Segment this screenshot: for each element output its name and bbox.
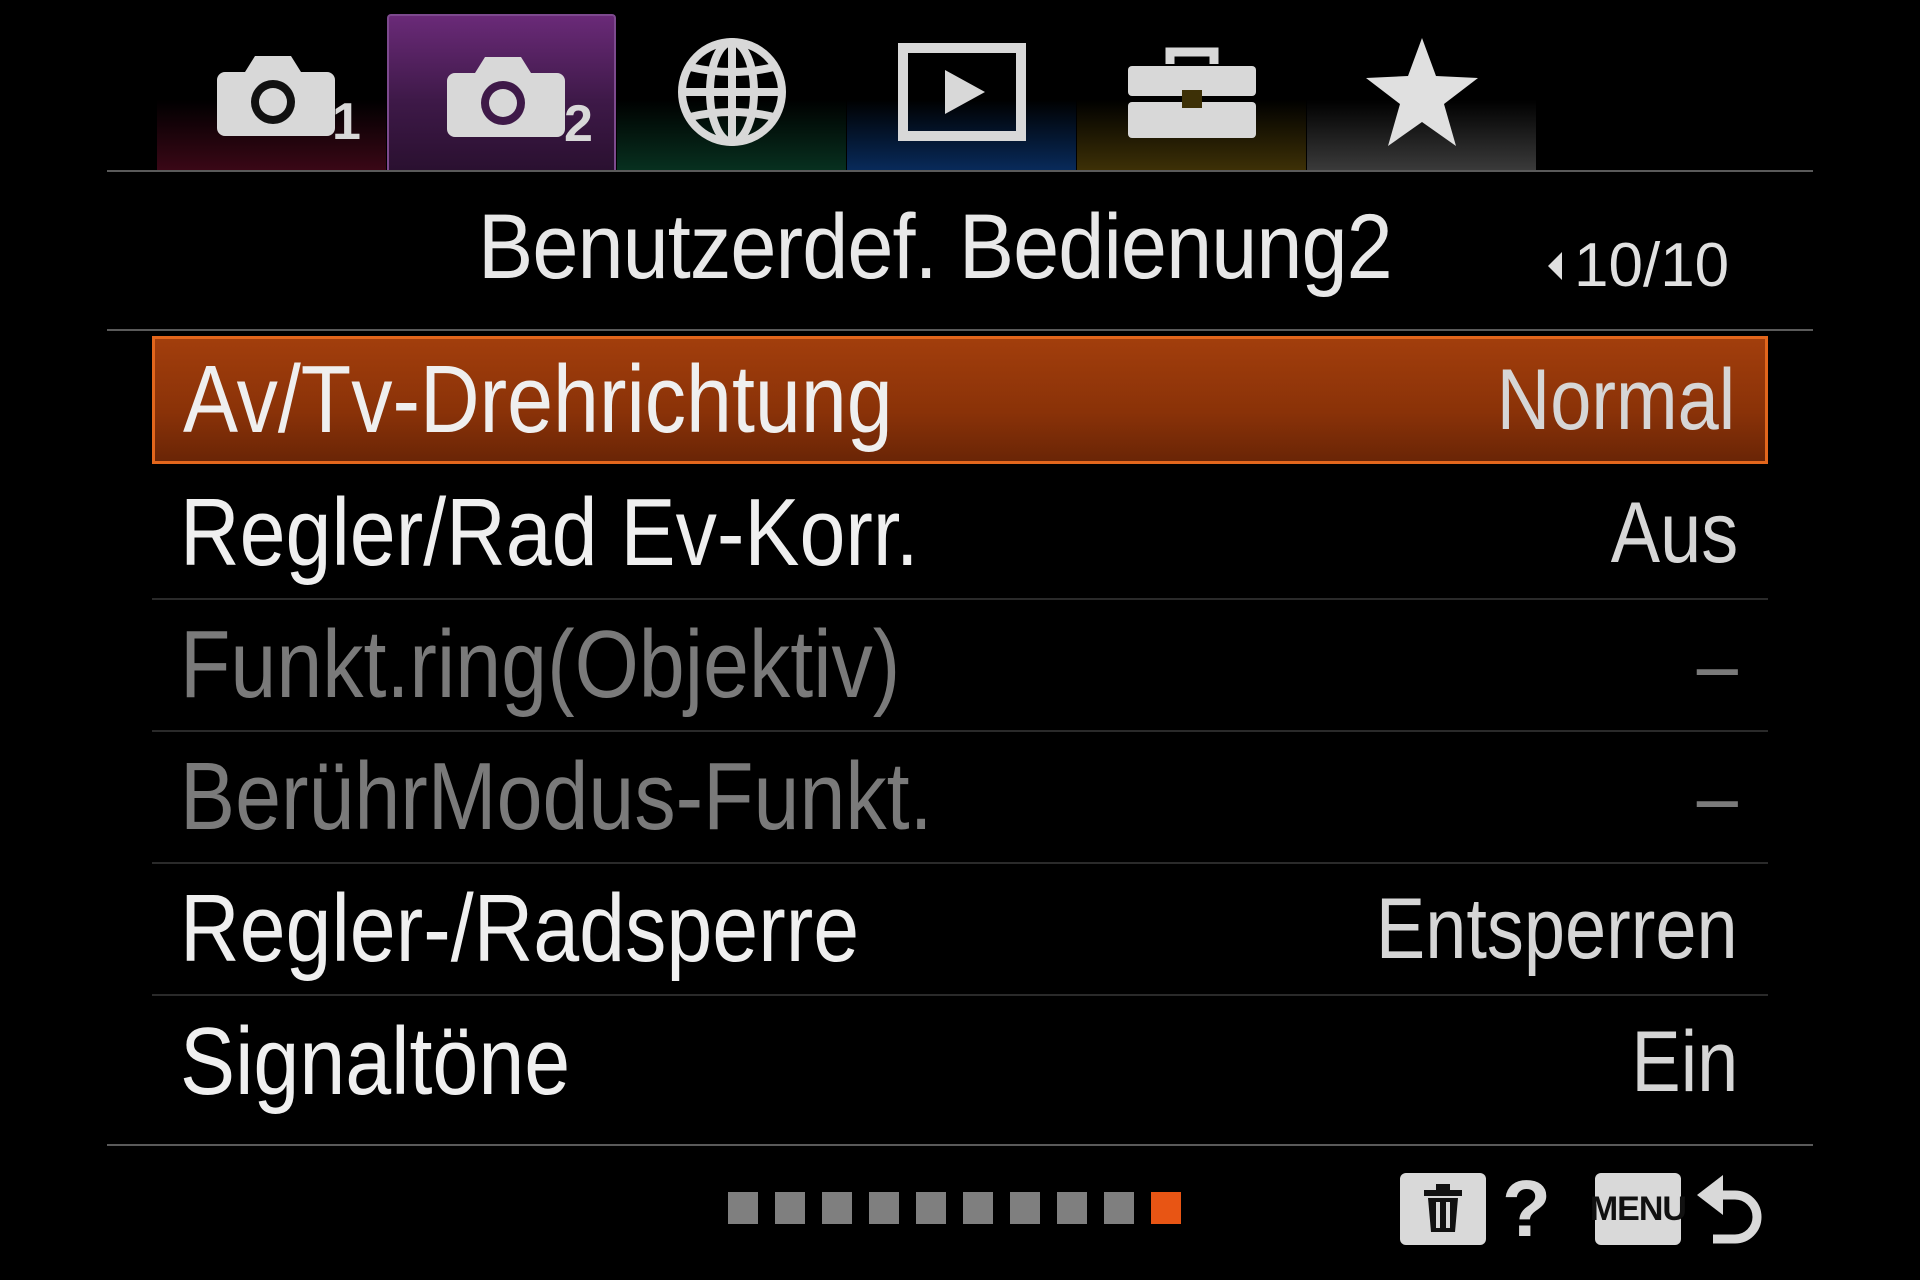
- page-dot: [728, 1192, 758, 1224]
- menu-item-label: BerührModus-Funkt.: [180, 743, 933, 850]
- menu-item-value: –: [1696, 616, 1738, 713]
- tab-setup[interactable]: [1077, 14, 1306, 170]
- camera-icon: [216, 56, 335, 136]
- page-dot: [1010, 1192, 1040, 1224]
- divider: [107, 1144, 1813, 1146]
- menu-tab-bar: 1 2: [157, 14, 1537, 170]
- menu-item-signaltoene[interactable]: Signaltöne Ein: [152, 996, 1768, 1128]
- menu-item-av-tv-drehrichtung[interactable]: Av/Tv-Drehrichtung Normal: [152, 336, 1768, 464]
- menu-item-label: Av/Tv-Drehrichtung: [183, 346, 893, 453]
- menu-item-regler-rad-ev-korr[interactable]: Regler/Rad Ev-Korr. Aus: [152, 468, 1768, 600]
- menu-item-label: Signaltöne: [180, 1008, 571, 1115]
- page-number: 10/10: [1574, 231, 1730, 300]
- page-dot: [869, 1192, 899, 1224]
- menu-list: Av/Tv-Drehrichtung Normal Regler/Rad Ev-…: [152, 336, 1768, 1128]
- tab-camera-settings-1[interactable]: 1: [157, 14, 386, 170]
- menu-item-label: Funkt.ring(Objektiv): [180, 611, 901, 718]
- trash-icon[interactable]: [1400, 1173, 1486, 1245]
- menu-item-value: Normal: [1496, 351, 1735, 448]
- page-dot: [1057, 1192, 1087, 1224]
- toolbox-icon: [1127, 47, 1256, 138]
- tab-number: 2: [564, 95, 593, 153]
- menu-item-beruehrmodus-funkt: BerührModus-Funkt. –: [152, 732, 1768, 864]
- tab-my-menu[interactable]: [1307, 14, 1536, 170]
- tab-network[interactable]: [617, 14, 846, 170]
- play-icon: [897, 43, 1026, 141]
- menu-item-value: Aus: [1610, 484, 1738, 581]
- tab-playback[interactable]: [847, 14, 1076, 170]
- globe-icon: [677, 38, 786, 146]
- page-dot: [822, 1192, 852, 1224]
- footer-controls: ? MENU: [1400, 1164, 1765, 1254]
- page-dot: [963, 1192, 993, 1224]
- back-icon[interactable]: [1695, 1169, 1765, 1249]
- menu-item-label: Regler-/Radsperre: [180, 875, 860, 982]
- menu-item-label: Regler/Rad Ev-Korr.: [180, 479, 919, 586]
- divider: [107, 329, 1813, 331]
- page-dot: [1104, 1192, 1134, 1224]
- tab-camera-settings-2[interactable]: 2: [387, 14, 616, 170]
- star-icon: [1365, 38, 1478, 146]
- help-icon[interactable]: ?: [1502, 1163, 1551, 1255]
- tab-number: 1: [332, 93, 361, 151]
- page-position-indicator: [728, 1192, 1198, 1224]
- menu-item-funkt-ring-objektiv: Funkt.ring(Objektiv) –: [152, 600, 1768, 732]
- menu-item-value: Entsperren: [1376, 880, 1738, 977]
- page-title: Benutzerdef. Bedienung2: [478, 196, 1393, 298]
- trash-can-icon: [1424, 1184, 1462, 1232]
- menu-item-value: –: [1696, 748, 1738, 845]
- camera-menu-screen: 1 2 Benutzerdef. Bedienung2 10/10 Av/Tv-…: [0, 0, 1920, 1280]
- left-arrow-icon: [1548, 251, 1562, 280]
- divider: [107, 170, 1813, 172]
- page-dot: [775, 1192, 805, 1224]
- camera-icon: [446, 57, 565, 137]
- menu-item-value: Ein: [1631, 1013, 1738, 1110]
- page-indicator: 10/10: [1548, 230, 1729, 301]
- page-dot: [916, 1192, 946, 1224]
- menu-item-regler-radsperre[interactable]: Regler-/Radsperre Entsperren: [152, 864, 1768, 996]
- page-dot: [1151, 1192, 1181, 1224]
- menu-button-icon[interactable]: MENU: [1590, 1173, 1687, 1245]
